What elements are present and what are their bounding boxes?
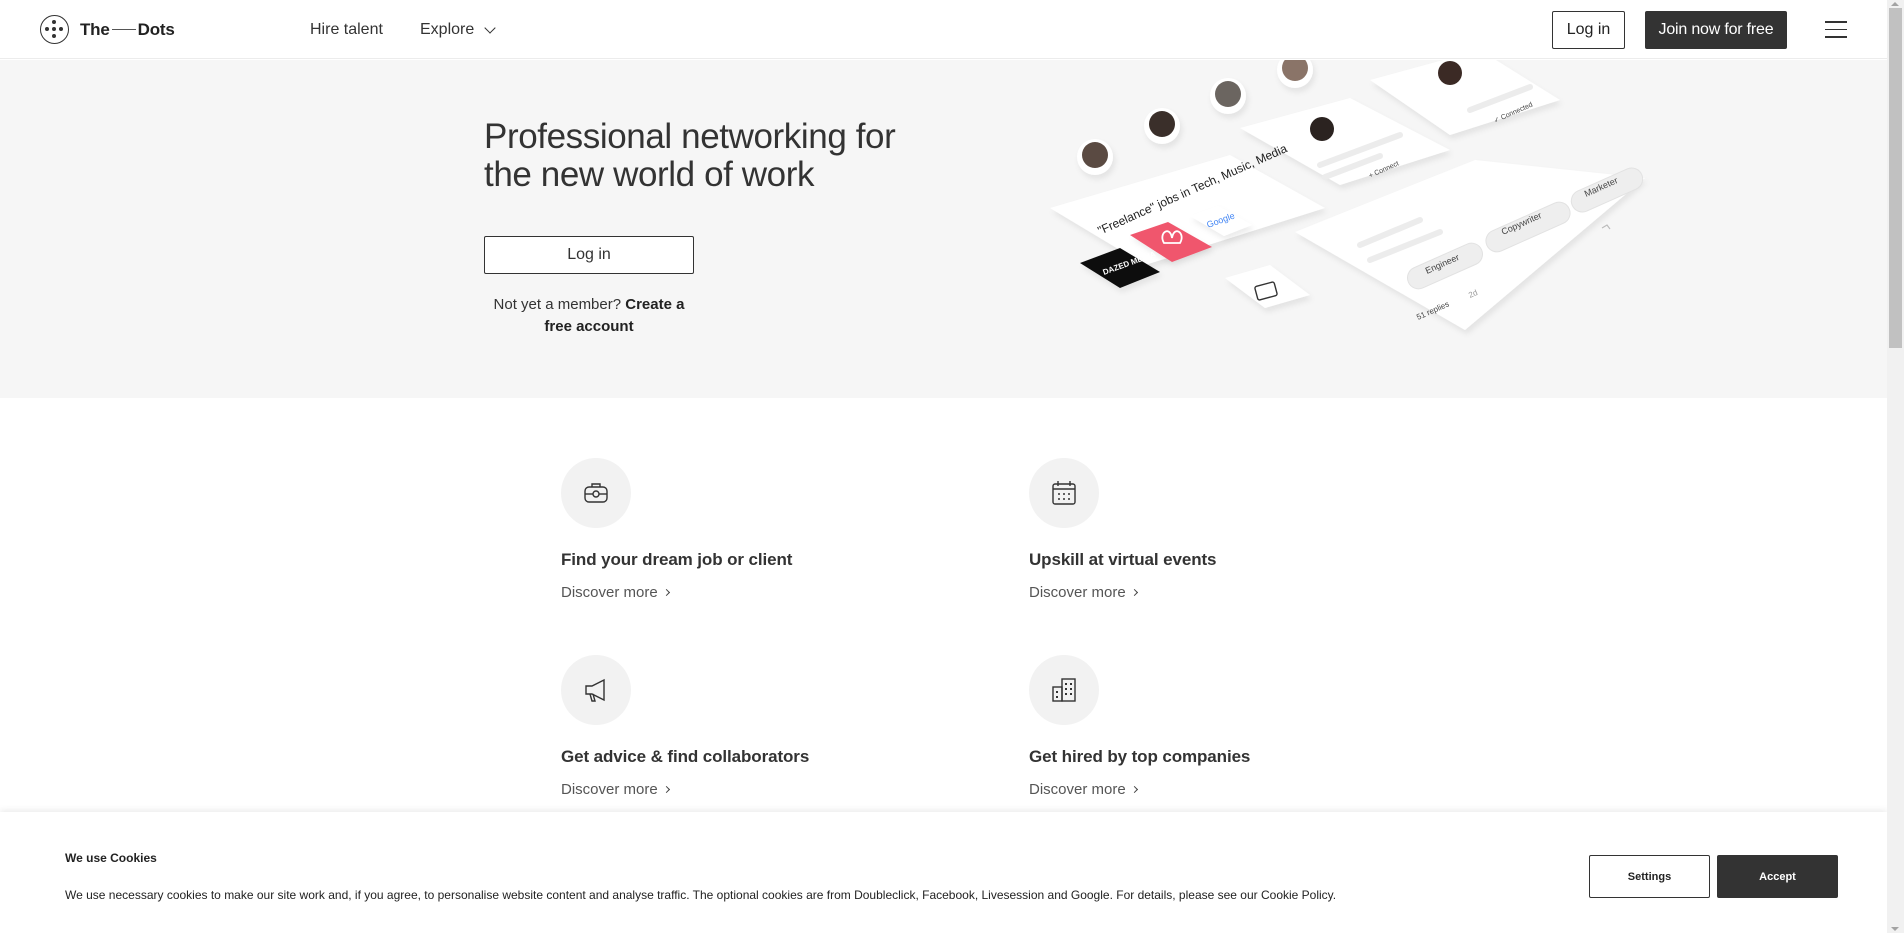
- chevron-right-icon: [662, 588, 670, 597]
- nav-hire-talent[interactable]: Hire talent: [310, 21, 383, 39]
- feature-virtual-events: Upskill at virtual events Discover more: [1029, 458, 1429, 601]
- menu-icon[interactable]: [1825, 21, 1847, 39]
- chevron-down-icon: [484, 21, 496, 34]
- cookie-settings-button[interactable]: Settings: [1589, 855, 1710, 898]
- nav-explore-label: Explore: [420, 21, 475, 38]
- member-prompt: Not yet a member? Create a free account: [484, 294, 694, 338]
- feature-dream-job: Find your dream job or client Discover m…: [561, 458, 961, 601]
- nav-explore[interactable]: Explore: [420, 21, 496, 39]
- cookie-title: We use Cookies: [65, 851, 157, 865]
- discover-more-label: Discover more: [561, 781, 658, 798]
- logo[interactable]: The Dots: [40, 15, 175, 44]
- logo-text: The Dots: [80, 20, 175, 40]
- member-prompt-text: Not yet a member?: [493, 296, 622, 313]
- logo-text-right: Dots: [137, 19, 175, 39]
- calendar-icon: [1029, 458, 1099, 528]
- page-scrollbar[interactable]: [1887, 0, 1904, 933]
- feature-title: Find your dream job or client: [561, 550, 793, 569]
- feature-title: Get advice & find collaborators: [561, 747, 810, 766]
- feature-title: Upskill at virtual events: [1029, 550, 1217, 569]
- logo-text-left: The: [80, 19, 110, 39]
- chevron-right-icon: [662, 785, 670, 794]
- feature-advice-collaborators: Get advice & find collaborators Discover…: [561, 655, 961, 798]
- discover-more-label: Discover more: [1029, 584, 1126, 601]
- discover-more-link[interactable]: Discover more: [1029, 781, 1429, 798]
- header-login-button[interactable]: Log in: [1552, 11, 1625, 49]
- hero-title: Professional networking for the new worl…: [484, 117, 896, 194]
- hero-login-button[interactable]: Log in: [484, 236, 694, 274]
- chevron-right-icon: [1130, 588, 1138, 597]
- feature-top-companies: Get hired by top companies Discover more: [1029, 655, 1429, 798]
- discover-more-link[interactable]: Discover more: [561, 584, 961, 601]
- megaphone-icon: [561, 655, 631, 725]
- briefcase-icon: [561, 458, 631, 528]
- cookie-banner: We use Cookies We use necessary cookies …: [0, 812, 1887, 933]
- discover-more-label: Discover more: [561, 584, 658, 601]
- scroll-up-arrow-icon[interactable]: [1891, 2, 1899, 6]
- join-now-button[interactable]: Join now for free: [1645, 11, 1787, 49]
- logo-dots-icon: [40, 15, 69, 44]
- hero-illustration: Engineer Copywriter Marketer 51 replies …: [1050, 60, 1645, 330]
- discover-more-link[interactable]: Discover more: [1029, 584, 1429, 601]
- building-icon: [1029, 655, 1099, 725]
- cookie-accept-button[interactable]: Accept: [1717, 855, 1838, 898]
- scroll-down-arrow-icon[interactable]: [1891, 927, 1899, 931]
- feature-title: Get hired by top companies: [1029, 747, 1251, 766]
- scrollbar-thumb[interactable]: [1889, 8, 1902, 348]
- chevron-right-icon: [1130, 785, 1138, 794]
- site-header: The Dots Hire talent Explore Log in Join …: [0, 0, 1887, 59]
- discover-more-label: Discover more: [1029, 781, 1126, 798]
- cookie-text: We use necessary cookies to make our sit…: [65, 888, 1337, 902]
- discover-more-link[interactable]: Discover more: [561, 781, 961, 798]
